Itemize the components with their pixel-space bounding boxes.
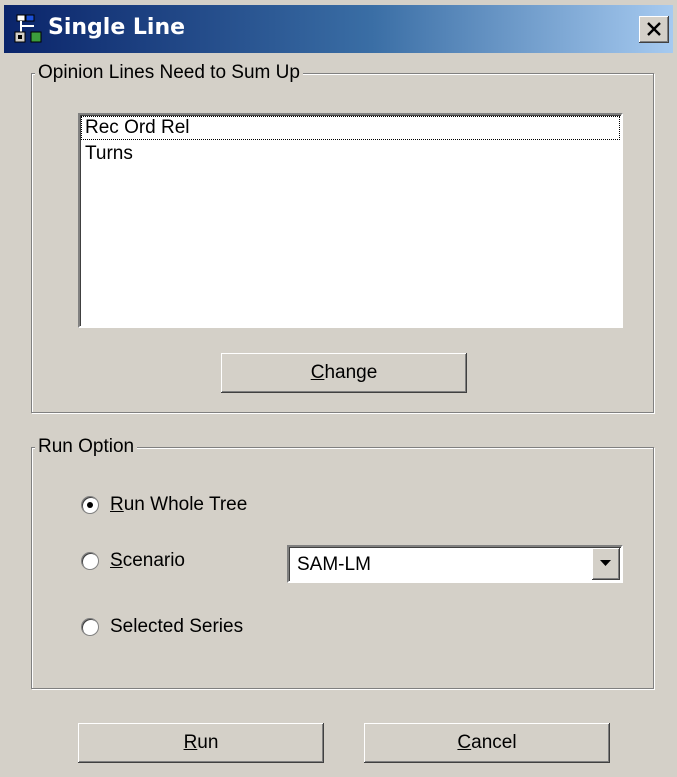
change-mnemonic: C	[310, 362, 325, 383]
radio-run-whole-tree[interactable]: Run Whole Tree	[81, 494, 247, 516]
run-whole-tree-mnemonic: R	[110, 494, 124, 515]
run-option-legend: Run Option	[35, 436, 138, 458]
run-mnemonic: R	[183, 732, 198, 753]
scenario-dropdown[interactable]: SAM-LM	[287, 545, 623, 583]
radio-button[interactable]	[81, 618, 99, 636]
scenario-dropdown-value: SAM-LM	[297, 554, 371, 575]
opinion-lines-listbox[interactable]: Rec Ord Rel Turns	[78, 113, 623, 328]
close-icon	[647, 22, 661, 36]
radio-selected-dot	[87, 502, 93, 508]
window-title: Single Line	[48, 15, 186, 40]
run-label: un	[197, 732, 219, 753]
list-item[interactable]: Rec Ord Rel	[80, 115, 621, 141]
opinion-lines-legend: Opinion Lines Need to Sum Up	[35, 62, 303, 84]
radio-scenario[interactable]: Scenario	[81, 550, 185, 572]
app-icon	[14, 14, 44, 44]
selected-series-label: Selected Series	[110, 616, 244, 637]
run-whole-tree-label: un Whole Tree	[123, 494, 248, 515]
chevron-down-icon	[600, 560, 611, 566]
cancel-mnemonic: C	[457, 732, 472, 753]
scenario-mnemonic: S	[110, 550, 123, 571]
radio-button[interactable]	[81, 496, 99, 514]
run-button[interactable]: Run	[78, 723, 324, 763]
close-button[interactable]	[639, 16, 669, 43]
single-line-dialog: Single Line Opinion Lines Need to Sum Up…	[0, 0, 677, 777]
change-button[interactable]: Change	[221, 353, 467, 393]
cancel-label: ancel	[471, 732, 517, 753]
scenario-label: cenario	[122, 550, 186, 571]
cancel-button[interactable]: Cancel	[364, 723, 610, 763]
title-bar[interactable]: Single Line	[4, 5, 673, 53]
list-item-label: Rec Ord Rel	[85, 117, 190, 138]
radio-selected-series[interactable]: Selected Series	[81, 616, 243, 638]
dropdown-arrow-button[interactable]	[592, 548, 620, 580]
radio-button[interactable]	[81, 552, 99, 570]
change-label: hange	[324, 362, 378, 383]
list-item[interactable]: Turns	[80, 141, 621, 167]
list-item-label: Turns	[85, 143, 133, 164]
